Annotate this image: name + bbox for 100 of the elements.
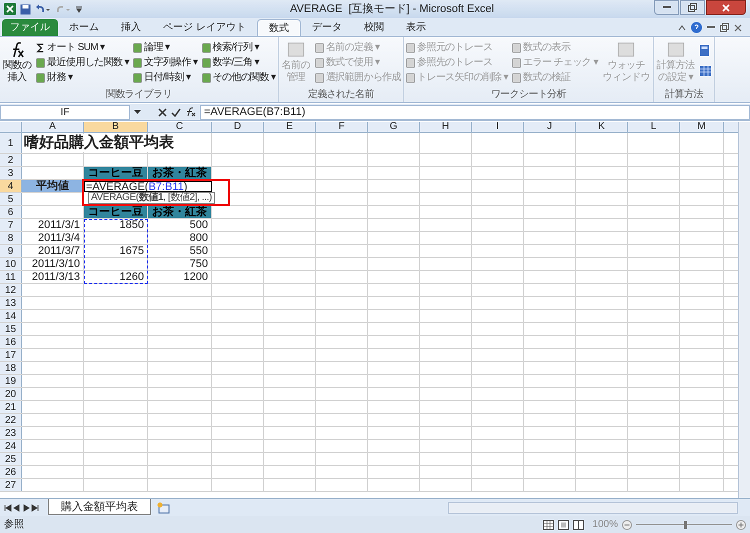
ribbon-tab[interactable]: 挿入 <box>110 19 152 36</box>
sheet-icon[interactable] <box>699 65 712 77</box>
zoom-slider[interactable] <box>636 520 732 530</box>
minimize-button[interactable] <box>654 0 679 15</box>
row-header[interactable]: 3 <box>0 167 22 179</box>
formula-field[interactable]: =AVERAGE(B7:B11) <box>200 104 750 120</box>
calculator-icon[interactable] <box>699 44 710 57</box>
table-cell[interactable]: 2011/3/10 <box>22 258 84 270</box>
ribbon-button[interactable]: 日付/時刻 ▾ <box>132 70 198 85</box>
ribbon-tab[interactable]: 数式 <box>256 19 301 36</box>
restore-button[interactable] <box>680 0 705 15</box>
row-header[interactable]: 21 <box>0 401 22 413</box>
ribbon-button[interactable]: 最近使用した関数 ▾ <box>36 55 129 70</box>
column-header[interactable]: J <box>524 122 576 132</box>
table-cell[interactable]: 1260 <box>84 271 148 283</box>
table-cell[interactable]: 500 <box>148 219 212 231</box>
table-cell[interactable]: 1675 <box>84 245 148 257</box>
column-header[interactable]: E <box>264 122 316 132</box>
row-header[interactable]: 17 <box>0 349 22 361</box>
table-cell[interactable]: 2011/3/1 <box>22 219 84 231</box>
row-header[interactable]: 25 <box>0 453 22 465</box>
zoom-in-icon[interactable] <box>736 520 746 530</box>
ribbon-tab[interactable]: 表示 <box>394 19 437 36</box>
vertical-scrollbar[interactable] <box>738 122 750 498</box>
table-cell[interactable]: お茶・紅茶 <box>148 167 212 179</box>
table-cell[interactable]: コーヒー豆 <box>84 167 148 179</box>
column-header[interactable]: L <box>628 122 680 132</box>
ribbon-tab[interactable]: ファイル <box>2 19 58 36</box>
table-cell[interactable]: コーヒー豆 <box>84 206 148 218</box>
row-header[interactable]: 22 <box>0 414 22 426</box>
undo-icon[interactable] <box>35 4 51 14</box>
row-header[interactable]: 16 <box>0 336 22 348</box>
table-cell[interactable]: 2011/3/4 <box>22 232 84 244</box>
ribbon-tab[interactable]: ホーム <box>58 19 110 36</box>
customize-icon[interactable] <box>75 4 83 14</box>
row-header[interactable]: 12 <box>0 284 22 296</box>
row-header[interactable]: 18 <box>0 362 22 374</box>
ribbon-button[interactable]: 財務 ▾ <box>36 70 129 85</box>
row-header[interactable]: 9 <box>0 245 22 257</box>
cancel-icon[interactable] <box>158 108 167 116</box>
table-cell[interactable]: 1850 <box>84 219 148 231</box>
collapse-icon[interactable] <box>678 24 686 30</box>
normal-view-icon[interactable] <box>543 520 554 530</box>
table-cell[interactable]: 1200 <box>148 271 212 283</box>
minimize-icon[interactable] <box>707 26 715 29</box>
ribbon-tab[interactable]: ページ レイアウト <box>152 19 257 36</box>
column-header[interactable]: H <box>420 122 472 132</box>
column-header[interactable]: F <box>316 122 368 132</box>
ribbon-button[interactable]: オート SUM ▾ <box>36 40 129 55</box>
row-header[interactable]: 23 <box>0 427 22 439</box>
row-header[interactable]: 15 <box>0 323 22 335</box>
table-cell[interactable]: 750 <box>148 258 212 270</box>
row-header[interactable]: 5 <box>0 193 22 205</box>
table-cell[interactable]: お茶・紅茶 <box>148 206 212 218</box>
ribbon-button[interactable]: 検索/行列 ▾ <box>202 40 276 55</box>
column-header[interactable]: K <box>576 122 628 132</box>
row-header[interactable]: 1 <box>0 133 22 153</box>
restore-icon[interactable] <box>720 23 729 32</box>
row-header[interactable]: 26 <box>0 466 22 478</box>
column-header[interactable]: G <box>368 122 420 132</box>
help-icon[interactable] <box>691 22 702 33</box>
row-header[interactable]: 13 <box>0 297 22 309</box>
ribbon-tab[interactable]: 校閲 <box>352 19 395 36</box>
edit-cell[interactable]: =AVERAGE(B7:B11) <box>84 181 212 192</box>
row-header[interactable]: 11 <box>0 271 22 283</box>
enter-icon[interactable] <box>171 108 181 116</box>
row-header[interactable]: 8 <box>0 232 22 244</box>
save-icon[interactable] <box>20 4 31 14</box>
ribbon-button[interactable]: 論理 ▾ <box>132 40 198 55</box>
column-header[interactable]: D <box>212 122 264 132</box>
page-break-icon[interactable] <box>573 520 584 530</box>
column-header[interactable]: B <box>84 122 148 132</box>
column-header[interactable]: M <box>680 122 724 132</box>
table-cell[interactable]: 800 <box>148 232 212 244</box>
row-header[interactable]: 6 <box>0 206 22 218</box>
close-button[interactable] <box>706 0 746 15</box>
ribbon-tab[interactable]: データ <box>300 19 353 36</box>
row-header[interactable]: 24 <box>0 440 22 452</box>
ribbon-button[interactable]: 文字列操作 ▾ <box>132 55 198 70</box>
row-header[interactable]: 10 <box>0 258 22 270</box>
column-header[interactable]: C <box>148 122 212 132</box>
dropdown-icon[interactable] <box>134 109 142 115</box>
name-box[interactable]: IF <box>0 104 130 120</box>
row-header[interactable]: 14 <box>0 310 22 322</box>
row-header[interactable]: 20 <box>0 388 22 400</box>
table-cell[interactable]: 550 <box>148 245 212 257</box>
row-header[interactable]: 4 <box>0 180 22 192</box>
function-icon[interactable] <box>185 107 196 117</box>
page-layout-icon[interactable] <box>558 520 570 530</box>
horizontal-scrollbar[interactable] <box>448 502 738 514</box>
column-header[interactable]: I <box>472 122 524 132</box>
table-cell[interactable]: 2011/3/7 <box>22 245 84 257</box>
row-header[interactable]: 27 <box>0 479 22 491</box>
zoom-out-icon[interactable] <box>622 520 632 530</box>
row-header[interactable]: 2 <box>0 154 22 166</box>
table-cell[interactable]: 2011/3/13 <box>22 271 84 283</box>
table-cell[interactable]: 平均値 <box>22 180 84 192</box>
close-icon[interactable] <box>734 24 742 32</box>
ribbon-button[interactable]: 関数の 挿入 <box>2 40 32 86</box>
ribbon-button[interactable]: その他の関数 ▾ <box>202 70 276 85</box>
